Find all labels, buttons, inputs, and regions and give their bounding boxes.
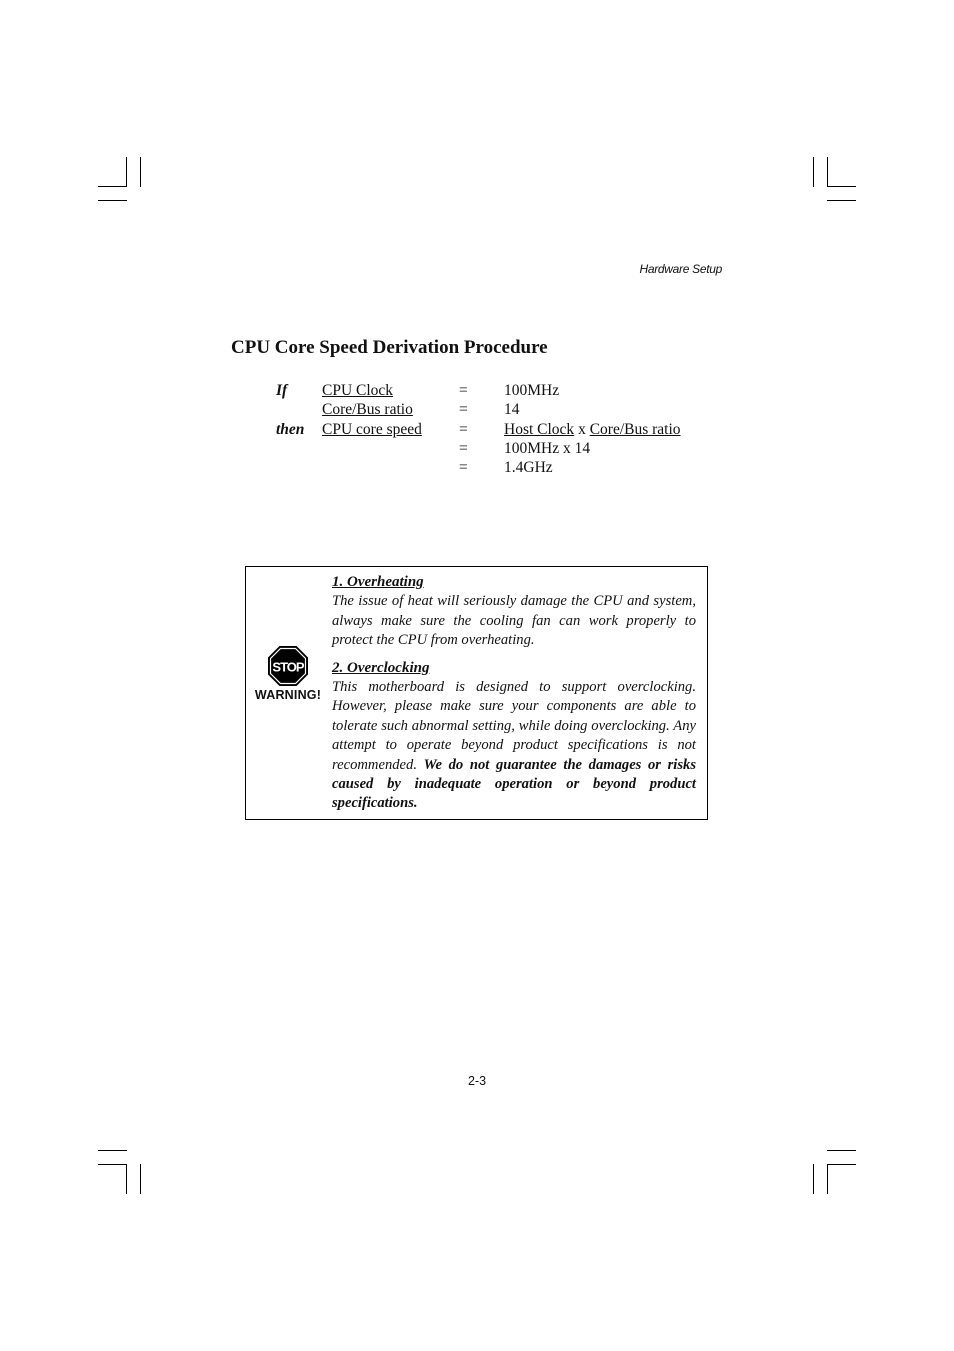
formula-value: Host Clock x Core/Bus ratio [504, 421, 681, 439]
crop-mark-bottom-left [98, 1164, 127, 1165]
condition-label: then [276, 420, 305, 438]
term-label: CPU Clock [322, 382, 394, 399]
warning-item-heading: 2. Overclocking [332, 659, 430, 676]
warning-body-text: The issue of heat will seriously damage … [332, 593, 696, 649]
warning-badge: STOP WARNING! [250, 645, 326, 702]
crop-mark-top-left [98, 200, 127, 201]
equals-sign: = [459, 401, 468, 419]
equals-sign: = [459, 382, 468, 399]
crop-mark-bottom-left [98, 1150, 127, 1151]
crop-mark-top-right [827, 186, 856, 187]
crop-mark-top-left [98, 186, 127, 187]
crop-mark-top-left [126, 157, 127, 187]
condition-label: If [276, 382, 288, 399]
running-head: Hardware Setup [639, 262, 722, 276]
crop-mark-top-left [140, 157, 141, 187]
equals-sign: = [459, 420, 468, 438]
stop-sign-icon: STOP [268, 646, 308, 686]
warning-item-heading: 1. Overheating [332, 574, 424, 590]
crop-mark-top-right [827, 200, 856, 201]
crop-mark-bottom-right [813, 1164, 814, 1194]
warning-content: 1. Overheating The issue of heat will se… [332, 573, 696, 822]
crop-mark-bottom-right [827, 1164, 828, 1194]
value: 100MHz [504, 382, 560, 399]
page-number: 2-3 [467, 1074, 487, 1088]
formula-term-ratio: Core/Bus ratio [589, 420, 681, 438]
formula-operator: x [574, 420, 590, 438]
crop-mark-bottom-right [827, 1150, 856, 1151]
value: 14 [504, 401, 520, 419]
crop-mark-top-right [827, 157, 828, 187]
warning-label: WARNING! [254, 688, 322, 702]
crop-mark-bottom-left [140, 1164, 141, 1194]
section-title: CPU Core Speed Derivation Procedure [231, 337, 548, 358]
warning-box: STOP WARNING! 1. Overheating The issue o… [245, 566, 708, 820]
value: 100MHz x 14 [504, 439, 591, 457]
warning-item-body: The issue of heat will seriously damage … [332, 592, 696, 650]
formula-term-host-clock: Host Clock [504, 420, 575, 438]
equals-sign: = [459, 459, 468, 477]
stop-text: STOP [272, 660, 304, 675]
warning-item-body: This motherboard is designed to support … [332, 678, 696, 814]
value: 1.4GHz [504, 459, 553, 477]
crop-mark-bottom-left [126, 1164, 127, 1194]
equals-sign: = [459, 439, 468, 457]
term-label: CPU core speed [322, 420, 422, 438]
crop-mark-top-right [813, 157, 814, 187]
term-label: Core/Bus ratio [322, 401, 413, 419]
crop-mark-bottom-right [827, 1164, 856, 1165]
